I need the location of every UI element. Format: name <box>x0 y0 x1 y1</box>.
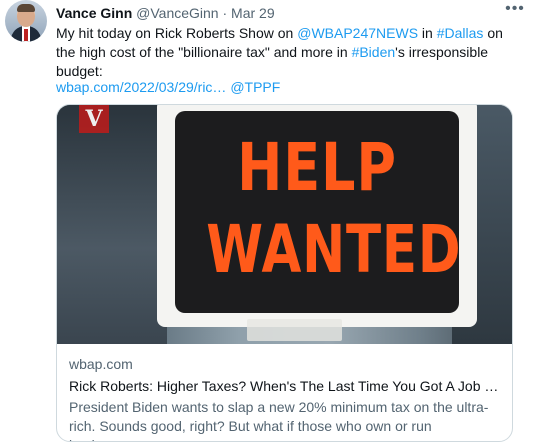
tweet-links-line: wbap.com/2022/03/29/ric… @TPPF <box>56 78 280 97</box>
header-separator: · <box>222 5 228 21</box>
card-info[interactable]: wbap.com Rick Roberts: Higher Taxes? Whe… <box>69 355 501 441</box>
tweet-text: My hit today on Rick Roberts Show on @WB… <box>56 24 526 81</box>
help-wanted-sign: HELP WANTED <box>175 111 462 313</box>
hashtag-link[interactable]: #Biden <box>352 44 396 60</box>
tweet-header: Vance Ginn @VanceGinn · Mar 29 <box>56 4 275 22</box>
mention-link[interactable]: @TPPF <box>230 79 280 95</box>
card-description: President Biden wants to slap a new 20% … <box>69 399 489 441</box>
card-domain: wbap.com <box>69 356 133 372</box>
tape <box>247 319 342 341</box>
avatar[interactable] <box>5 0 47 42</box>
video-logo-icon: V <box>79 105 109 133</box>
article-url-link[interactable]: wbap.com/2022/03/29/ric… <box>56 79 226 95</box>
avatar-hair <box>17 4 35 12</box>
image-background-left <box>57 105 167 344</box>
tweet-date[interactable]: Mar 29 <box>231 5 275 21</box>
author-name[interactable]: Vance Ginn <box>56 5 132 21</box>
avatar-tie <box>24 29 28 41</box>
card-image[interactable]: HELP WANTED V <box>57 105 512 344</box>
more-options-icon[interactable]: ••• <box>505 1 525 20</box>
author-handle[interactable]: @VanceGinn <box>136 5 218 21</box>
card-title: Rick Roberts: Higher Taxes? When's The L… <box>69 378 501 394</box>
sign-line-1: HELP <box>237 129 397 206</box>
mention-link[interactable]: @WBAP247NEWS <box>297 25 418 41</box>
tweet[interactable]: Vance Ginn @VanceGinn · Mar 29 ••• My hi… <box>0 0 533 447</box>
tweet-text-part: My hit today on Rick Roberts Show on <box>56 25 298 41</box>
link-preview-card[interactable]: HELP WANTED V wbap.com Rick Roberts: Hig… <box>56 104 513 442</box>
tweet-text-part: in <box>418 25 437 41</box>
hashtag-link[interactable]: #Dallas <box>437 25 484 41</box>
sign-line-2: WANTED <box>206 211 462 288</box>
